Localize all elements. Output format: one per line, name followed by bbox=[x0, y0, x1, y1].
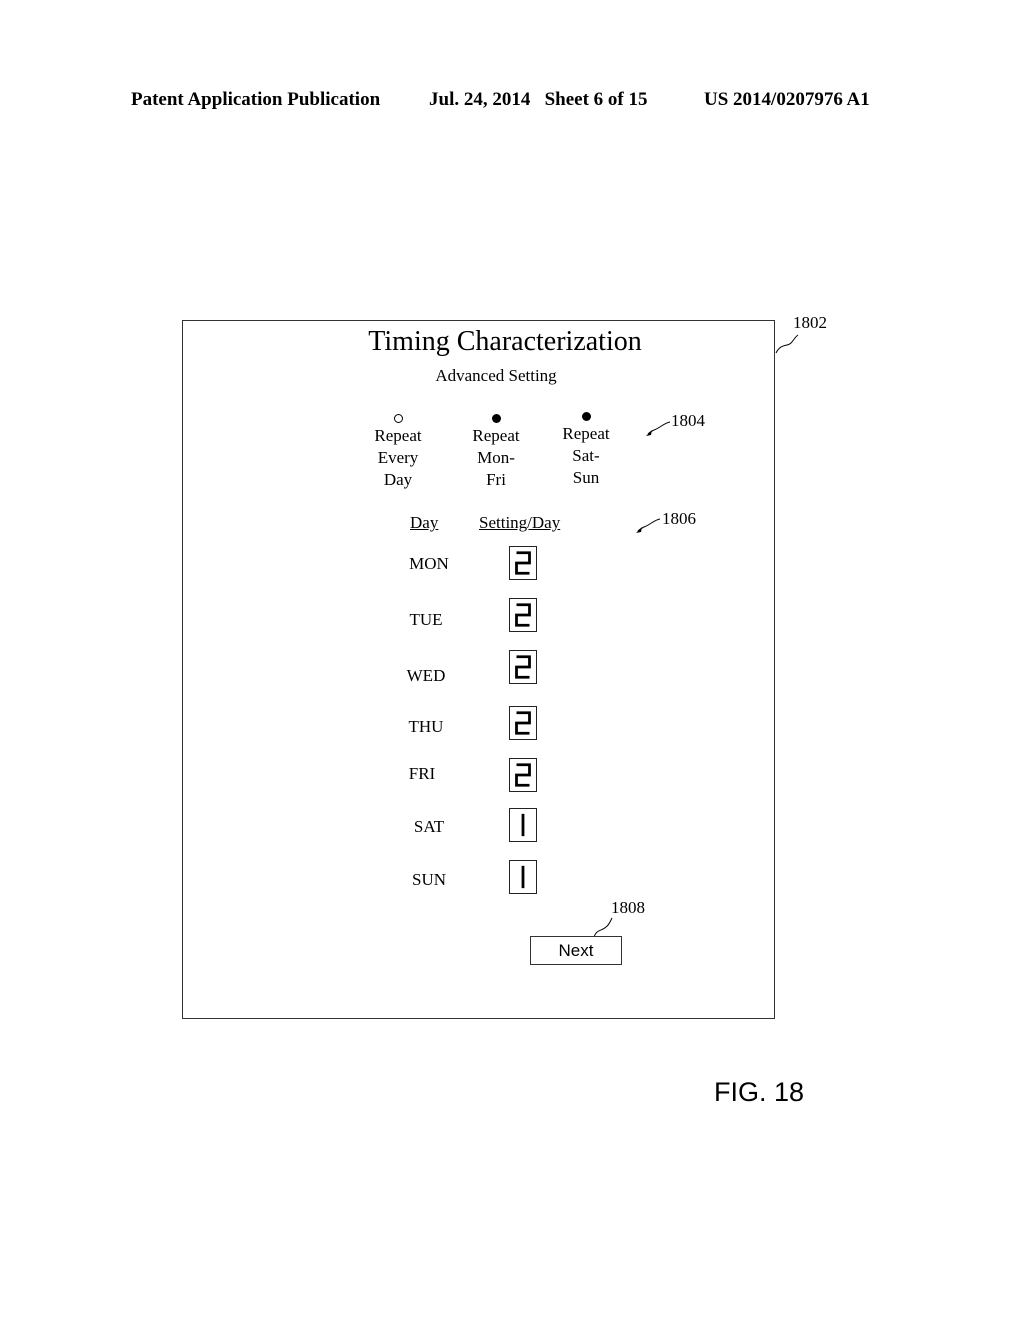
ref-label-1806: 1806 bbox=[662, 509, 696, 528]
ref-label-1808: 1808 bbox=[611, 898, 645, 917]
patent-number: US 2014/0207976 A1 bbox=[704, 89, 870, 110]
leader-arrow-1806 bbox=[636, 518, 661, 533]
setting-digit-display[interactable] bbox=[509, 758, 537, 792]
ref-label-1804: 1804 bbox=[671, 411, 705, 430]
radio-repeat-sat-sun[interactable]: Repeat Sat- Sun bbox=[541, 412, 631, 489]
seven-segment-digit-icon bbox=[521, 813, 525, 837]
column-header-day: Day bbox=[410, 513, 439, 532]
seven-segment-digit-icon bbox=[515, 711, 531, 735]
day-label: FRI bbox=[408, 764, 436, 783]
radio-selected-icon[interactable] bbox=[491, 414, 501, 423]
setting-digit-display[interactable] bbox=[509, 706, 537, 740]
day-label: SUN bbox=[411, 870, 446, 889]
day-label: SAT bbox=[413, 817, 445, 836]
seven-segment-digit-icon bbox=[521, 865, 525, 889]
seven-segment-digit-icon bbox=[515, 763, 531, 787]
next-button[interactable]: Next bbox=[530, 936, 622, 965]
setting-digit-display[interactable] bbox=[509, 860, 537, 894]
date-sheet-label: Jul. 24, 2014 Sheet 6 of 15 bbox=[429, 89, 648, 110]
screen-title: Timing Characterization bbox=[368, 326, 642, 357]
radio-label: Repeat Mon- Fri bbox=[472, 426, 520, 489]
figure-label: FIG. 18 bbox=[714, 1077, 805, 1107]
ref-label-1802: 1802 bbox=[793, 313, 827, 332]
day-label: TUE bbox=[409, 610, 443, 629]
seven-segment-digit-icon bbox=[515, 551, 531, 575]
setting-digit-display[interactable] bbox=[509, 598, 537, 632]
radio-label: Repeat Every Day bbox=[374, 426, 422, 489]
setting-digit-display[interactable] bbox=[509, 546, 537, 580]
screen-subtitle: Advanced Setting bbox=[435, 366, 557, 385]
day-label: MON bbox=[409, 554, 449, 573]
seven-segment-digit-icon bbox=[515, 655, 531, 679]
day-label: THU bbox=[408, 717, 444, 736]
radio-label: Repeat Sat- Sun bbox=[562, 424, 610, 487]
column-header-setting: Setting/Day bbox=[479, 513, 561, 532]
leader-line-1802 bbox=[775, 334, 799, 354]
day-label: WED bbox=[406, 666, 446, 685]
leader-arrow-1804 bbox=[646, 421, 671, 436]
publication-label: Patent Application Publication bbox=[131, 89, 381, 110]
radio-repeat-mon-fri[interactable]: Repeat Mon- Fri bbox=[451, 414, 541, 491]
seven-segment-digit-icon bbox=[515, 603, 531, 627]
setting-digit-display[interactable] bbox=[509, 808, 537, 842]
radio-selected-icon[interactable] bbox=[581, 412, 591, 421]
setting-digit-display[interactable] bbox=[509, 650, 537, 684]
radio-repeat-every-day[interactable]: Repeat Every Day bbox=[353, 414, 443, 491]
radio-unselected-icon[interactable] bbox=[393, 414, 403, 423]
